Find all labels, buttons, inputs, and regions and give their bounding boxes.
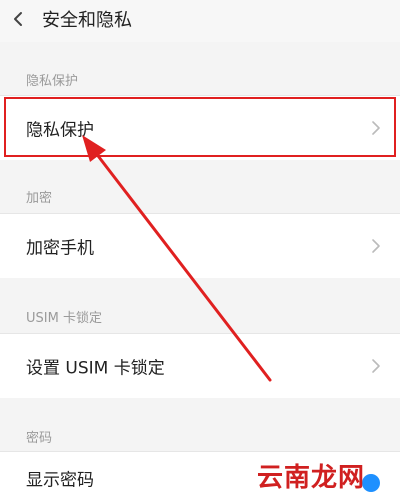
row-set-usim-lock[interactable]: 设置 USIM 卡锁定 — [0, 334, 400, 398]
row-encrypt-phone[interactable]: 加密手机 — [0, 214, 400, 278]
section-label-usim-lock: USIM 卡锁定 — [26, 311, 102, 326]
row-label: 显示密码 — [26, 470, 94, 491]
row-label: 设置 USIM 卡锁定 — [26, 358, 165, 379]
row-privacy-protection[interactable]: 隐私保护 — [0, 96, 400, 160]
row-label: 加密手机 — [26, 238, 94, 259]
chevron-right-icon — [372, 121, 380, 135]
chevron-right-icon — [372, 239, 380, 253]
section-label-privacy: 隐私保护 — [26, 74, 79, 89]
chevron-right-icon — [372, 359, 380, 373]
page-title: 安全和隐私 — [42, 10, 132, 31]
app-header: 安全和隐私 — [0, 0, 400, 42]
section-label-password: 密码 — [26, 431, 53, 446]
back-button[interactable] — [8, 8, 30, 30]
watermark-logo: 云南龙网 — [257, 463, 366, 493]
back-arrow-icon — [14, 12, 22, 26]
section-label-encryption: 加密 — [26, 191, 53, 206]
row-label: 隐私保护 — [26, 120, 94, 141]
